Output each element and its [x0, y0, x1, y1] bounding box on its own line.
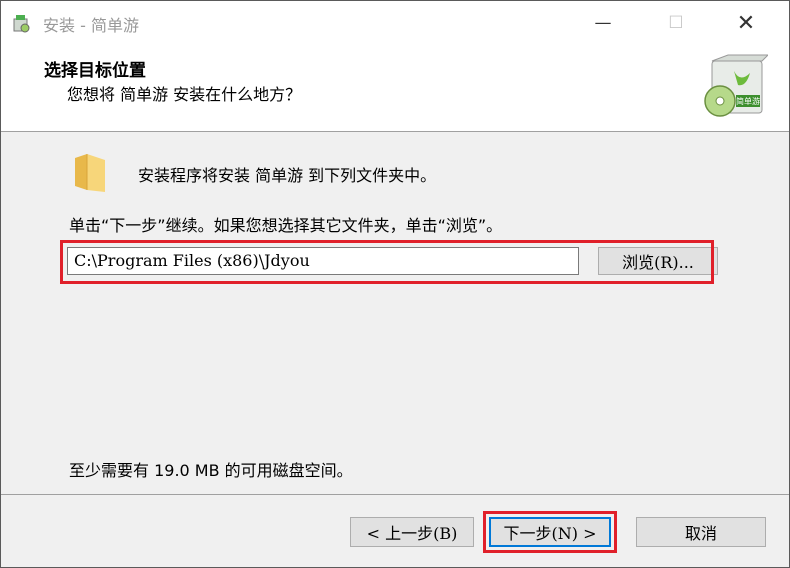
title-bar[interactable]: 安装 - 简单游 — ☐ ✕	[1, 1, 789, 45]
close-button[interactable]: ✕	[723, 1, 769, 45]
wizard-content: 安装程序将安装 简单游 到下列文件夹中。 单击“下一步”继续。如果您想选择其它文…	[1, 132, 789, 494]
instruction-text: 单击“下一步”继续。如果您想选择其它文件夹，单击“浏览”。	[69, 216, 503, 235]
installer-logo-icon: 简单游	[698, 53, 770, 123]
path-highlight-box	[60, 240, 714, 284]
installer-window: 安装 - 简单游 — ☐ ✕ 选择目标位置 您想将 简单游 安装在什么地方？ 简…	[0, 0, 790, 568]
wizard-footer: < 上一步(B) 下一步(N) > 取消	[1, 494, 789, 567]
page-subtitle: 您想将 简单游 安装在什么地方？	[67, 85, 302, 104]
wizard-header: 选择目标位置 您想将 简单游 安装在什么地方？ 简单游	[1, 45, 789, 132]
window-title: 安装 - 简单游	[43, 16, 139, 35]
maximize-button: ☐	[668, 13, 684, 33]
disk-space-message: 至少需要有 19.0 MB 的可用磁盘空间。	[69, 461, 353, 480]
back-button[interactable]: < 上一步(B)	[350, 517, 474, 547]
next-highlight-box	[483, 511, 617, 553]
page-title: 选择目标位置	[44, 61, 146, 81]
app-icon	[11, 13, 31, 33]
logo-text: 简单游	[736, 96, 760, 106]
folder-message: 安装程序将安装 简单游 到下列文件夹中。	[138, 166, 437, 185]
cancel-button[interactable]: 取消	[636, 517, 766, 547]
folder-icon	[73, 152, 107, 192]
minimize-button[interactable]: —	[580, 1, 626, 45]
